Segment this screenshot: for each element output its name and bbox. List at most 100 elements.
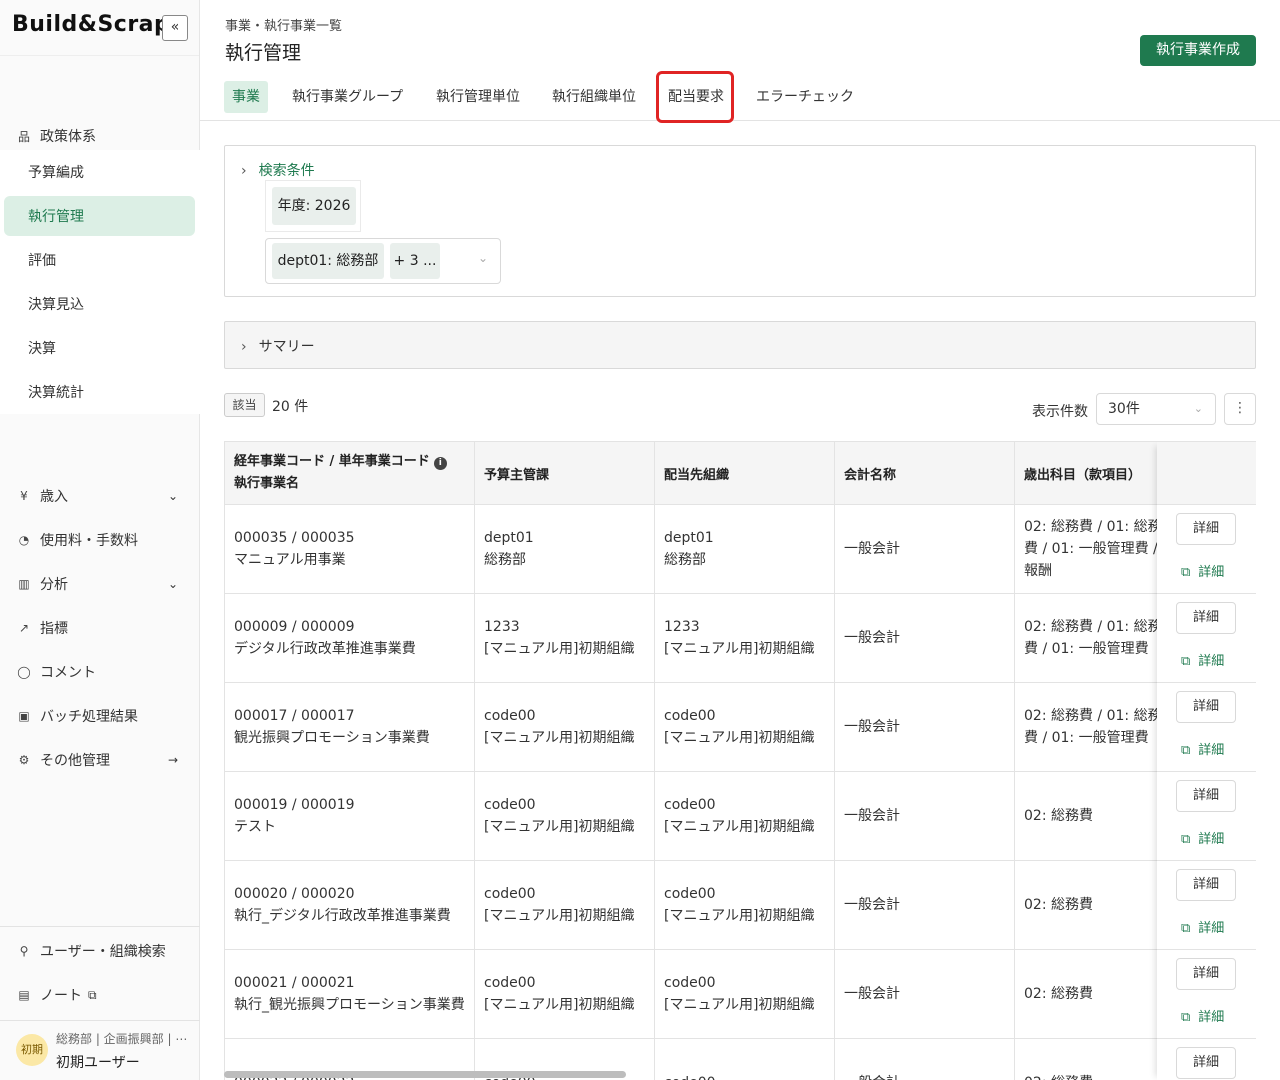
sidebar-item-label: バッチ処理結果 [40, 709, 138, 725]
info-icon[interactable]: i [433, 457, 447, 470]
project-name: 観光振興プロモーション事業費 [234, 730, 430, 746]
user-org-search-link[interactable]: ⚲ ユーザー・組織検索 [0, 929, 200, 973]
table-row[interactable]: 000020 / 000020 執行_デジタル行政改革推進事業費 code00 [マニ… [225, 861, 1256, 950]
column-header-dept[interactable]: 予算主管課 [475, 442, 655, 505]
per-page-label: 表示件数 [1032, 404, 1088, 420]
column-header-code-label: 経年事業コード / 単年事業コード [234, 454, 430, 469]
detail-button[interactable]: 詳細 [1176, 602, 1236, 634]
detail-external-link[interactable]: ⧉ 詳細 [1181, 917, 1224, 936]
search-conditions-panel: › 検索条件 年度: 2026 dept01: 総務部 + 3 ... ⌄ [224, 145, 1256, 297]
external-link-icon: ⧉ [1181, 832, 1191, 847]
kebab-icon: ⋮ [1233, 400, 1247, 416]
tab-error-check[interactable]: エラーチェック [748, 81, 862, 113]
column-header-name-label: 執行事業名 [234, 476, 300, 491]
subnav-item-settlement-stats[interactable]: 決算統計 [4, 372, 195, 412]
column-header-org[interactable]: 配当先組織 [655, 442, 835, 505]
expense-line: 報酬 [1024, 563, 1052, 579]
sidebar-item-revenue[interactable]: ¥ 歳入 ⌄ [0, 474, 200, 518]
more-tag[interactable]: + 3 ... [390, 243, 440, 279]
sidebar-item-batch[interactable]: ▣ バッチ処理結果 [0, 694, 200, 738]
detail-button[interactable]: 詳細 [1176, 958, 1236, 990]
sidebar-item-fees[interactable]: ◔ 使用料・手数料 [0, 518, 200, 562]
org-code: 1233 [664, 619, 700, 635]
dept-filter-select[interactable]: dept01: 総務部 + 3 ... ⌄ [265, 238, 501, 284]
search-conditions-toggle[interactable]: › 検索条件 [241, 160, 315, 180]
search-icon: ⚲ [19, 944, 29, 958]
detail-link-label: 詳細 [1198, 565, 1225, 580]
hierarchy-icon: 品 [17, 129, 30, 144]
detail-external-link[interactable]: ⧉ 詳細 [1181, 650, 1224, 669]
column-header-account[interactable]: 会計名称 [835, 442, 1015, 505]
actions-column: 詳細⧉詳細詳細⧉詳細詳細⧉詳細詳細⧉詳細詳細⧉詳細詳細⧉詳細詳細⧉詳細 [1157, 442, 1256, 1080]
subnav-item-settlement[interactable]: 決算 [4, 328, 195, 368]
org-code: code00 [664, 975, 716, 991]
column-header-code[interactable]: 経年事業コード / 単年事業コード i 執行事業名 [225, 442, 475, 505]
org-code: code00 [664, 797, 716, 813]
table-row[interactable]: 000017 / 000017 観光振興プロモーション事業費 code00 [マニュア… [225, 683, 1256, 772]
subnav-item-evaluation[interactable]: 評価 [4, 240, 195, 280]
detail-external-link[interactable]: ⧉ 詳細 [1181, 828, 1224, 847]
sidebar-item-analysis[interactable]: ▥ 分析 ⌄ [0, 562, 200, 606]
account-name: 一般会計 [844, 719, 900, 735]
external-link-icon: ⧉ [1181, 1010, 1191, 1025]
collapse-sidebar-button[interactable]: « [162, 15, 188, 41]
result-count-badge: 該当 [224, 393, 265, 417]
business-subnav: 予算編成 執行管理 評価 決算見込 決算 決算統計 [0, 150, 200, 414]
search-conditions-label: 検索条件 [258, 163, 315, 179]
tab-execution-unit[interactable]: 執行管理単位 [428, 81, 528, 113]
summary-panel[interactable]: › サマリー [224, 321, 1256, 369]
expense-line: 02: 総務費 / 01: 総務管 [1024, 619, 1174, 635]
dept-name: [マニュアル用]初期組織 [484, 997, 635, 1013]
sidebar-item-other[interactable]: ⚙ その他管理 → [0, 738, 200, 782]
comment-icon: ◯ [17, 665, 31, 679]
year-tag[interactable]: 年度: 2026 [272, 187, 356, 225]
summary-toggle[interactable]: › サマリー [241, 336, 315, 356]
dept-tag[interactable]: dept01: 総務部 [272, 243, 384, 279]
user-name: 初期ユーザー [56, 1055, 140, 1071]
horizontal-scrollbar[interactable] [224, 1071, 626, 1078]
sidebar-item-indicators[interactable]: ↗ 指標 [0, 606, 200, 650]
table-row[interactable]: 000019 / 000019 テスト code00 [マニュアル用]初期組織 code… [225, 772, 1256, 861]
org-name: [マニュアル用]初期組織 [664, 730, 815, 746]
detail-link-label: 詳細 [1198, 832, 1225, 847]
expense-line: 費 / 01: 一般管理費 / ( [1024, 541, 1168, 557]
dept-name: [マニュアル用]初期組織 [484, 641, 635, 657]
create-execution-project-button[interactable]: 執行事業作成 [1140, 35, 1256, 66]
tab-execution-group[interactable]: 執行事業グループ [284, 81, 411, 113]
detail-button[interactable]: 詳細 [1176, 780, 1236, 812]
detail-button[interactable]: 詳細 [1176, 869, 1236, 901]
project-name: テスト [234, 819, 276, 835]
main-content: 事業・執行事業一覧 執行管理 執行事業作成 事業 執行事業グループ 執行管理単位… [200, 0, 1280, 1080]
sidebar-item-comments[interactable]: ◯ コメント [0, 650, 200, 694]
chevron-down-icon: ⌄ [477, 251, 488, 265]
subnav-item-execution[interactable]: 執行管理 [4, 196, 195, 236]
note-link[interactable]: ▤ ノート ⧉ [0, 973, 200, 1017]
result-count: 20 件 [272, 399, 309, 415]
detail-external-link[interactable]: ⧉ 詳細 [1181, 739, 1224, 758]
detail-link-label: 詳細 [1198, 1010, 1225, 1025]
table-row[interactable]: 000035 / 000035 マニュアル用事業 dept01 総務部 dept01 総務… [225, 505, 1256, 594]
detail-external-link[interactable]: ⧉ 詳細 [1181, 1006, 1224, 1025]
tab-bar: 事業 執行事業グループ 執行管理単位 執行組織単位 配当要求 エラーチェック [200, 71, 1280, 123]
per-page-select[interactable]: 30件 ⌄ [1096, 393, 1216, 425]
detail-button[interactable]: 詳細 [1176, 691, 1236, 723]
detail-external-link[interactable]: ⧉ 詳細 [1181, 561, 1224, 580]
tab-execution-org[interactable]: 執行組織単位 [544, 81, 644, 113]
tab-business[interactable]: 事業 [224, 81, 268, 113]
subnav-item-budget[interactable]: 予算編成 [4, 152, 195, 192]
more-options-button[interactable]: ⋮ [1224, 393, 1256, 425]
detail-button[interactable]: 詳細 [1176, 1047, 1236, 1079]
user-profile[interactable]: 初期 総務部 | 企画振興部 | ⋯ 初期ユーザー [0, 1022, 200, 1080]
subnav-item-forecast[interactable]: 決算見込 [4, 284, 195, 324]
cell-org: code00 [マニュアル用]初期組織 [655, 683, 835, 772]
external-link-icon: ⧉ [1181, 654, 1191, 669]
account-name: 一般会計 [844, 808, 900, 824]
cell-code-name: 000020 / 000020 執行_デジタル行政改革推進事業費 [225, 861, 475, 950]
table-row[interactable]: 000009 / 000009 デジタル行政改革推進事業費 1233 [マニュアル用]… [225, 594, 1256, 683]
detail-button[interactable]: 詳細 [1176, 513, 1236, 545]
project-code: 000019 / 000019 [234, 797, 355, 813]
dept-name: [マニュアル用]初期組織 [484, 730, 635, 746]
cell-org: 1233 [マニュアル用]初期組織 [655, 594, 835, 683]
account-name: 一般会計 [844, 630, 900, 646]
table-row[interactable]: 000021 / 000021 執行_観光振興プロモーション事業費 code00 [マ… [225, 950, 1256, 1039]
